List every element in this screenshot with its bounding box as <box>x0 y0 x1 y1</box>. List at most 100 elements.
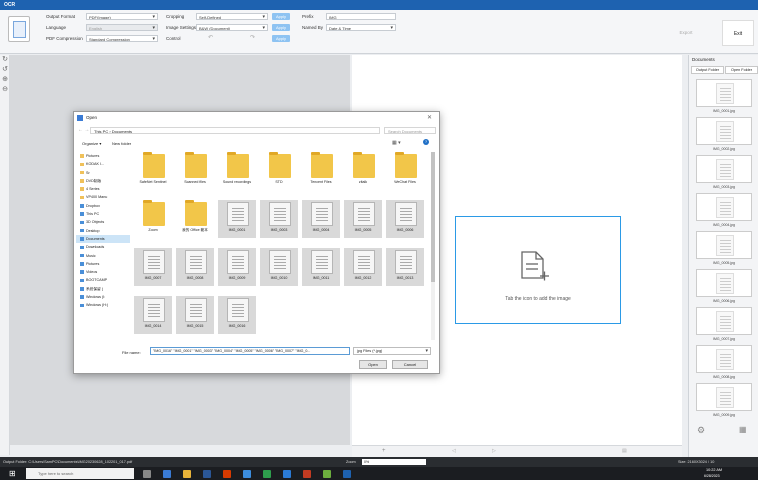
organize-button[interactable]: Organize ▾ <box>82 141 101 146</box>
nav-item[interactable]: DVD制版 <box>76 177 130 185</box>
nav-item[interactable]: Pictures <box>76 260 130 268</box>
nav-item[interactable]: VP400 Manu <box>76 193 130 201</box>
folder-item[interactable]: 我的 Office 範本 <box>176 200 214 238</box>
image-file-item[interactable]: IMG_0016 <box>218 296 256 334</box>
dialog-close-icon[interactable]: ✕ <box>427 114 432 121</box>
export-button[interactable]: Export <box>670 20 702 46</box>
image-file-item[interactable]: IMG_0003 <box>260 200 298 238</box>
zoom-select[interactable]: 0% <box>362 459 426 465</box>
zoom-in-icon[interactable]: ⊕ <box>0 75 10 85</box>
back-arrow-icon[interactable]: ← → <box>78 127 89 133</box>
language-select[interactable]: English <box>86 24 158 31</box>
nav-item[interactable]: Sr <box>76 169 130 177</box>
image-file-item[interactable]: IMG_0012 <box>344 248 382 286</box>
document-thumbnail[interactable] <box>696 269 752 297</box>
image-settings-apply-button[interactable]: Apply <box>272 24 290 31</box>
image-file-item[interactable]: IMG_0006 <box>386 200 424 238</box>
search-input[interactable]: Search Documents <box>384 127 436 134</box>
image-file-item[interactable]: IMG_0007 <box>134 248 172 286</box>
taskbar-search-box[interactable]: Type here to search <box>26 468 134 479</box>
folder-item[interactable]: zitalk <box>344 152 382 190</box>
document-thumbnail[interactable] <box>696 307 752 335</box>
exit-button[interactable]: Exit <box>722 20 754 46</box>
app-icon-6[interactable] <box>303 470 311 478</box>
ocr-app-icon[interactable] <box>343 470 351 478</box>
app-icon-4[interactable] <box>263 470 271 478</box>
app-icon-1[interactable] <box>203 470 211 478</box>
nav-item[interactable]: Dropbox <box>76 202 130 210</box>
rotate-cw-icon[interactable]: ↻ <box>0 55 10 65</box>
zoom-out-icon[interactable]: ⊖ <box>0 85 10 95</box>
nav-item[interactable]: 4 Series <box>76 185 130 193</box>
nav-item[interactable]: Videos <box>76 268 130 276</box>
view-options-icon[interactable]: ▦ ▾ <box>392 140 401 146</box>
output-format-select[interactable]: PDF(Image) <box>86 13 158 20</box>
nav-item[interactable]: Windows (I: <box>76 293 130 301</box>
nav-item[interactable]: Pictures <box>76 152 130 160</box>
nav-item[interactable]: This PC <box>76 210 130 218</box>
file-grid-scrollbar[interactable] <box>431 152 435 340</box>
add-page-icon[interactable]: + <box>382 448 386 454</box>
image-file-item[interactable]: IMG_0014 <box>134 296 172 334</box>
nav-item[interactable]: Downloads <box>76 243 130 251</box>
app-icon-2[interactable] <box>223 470 231 478</box>
document-thumbnail[interactable] <box>696 231 752 259</box>
rotate-ccw-icon[interactable]: ↺ <box>0 65 10 75</box>
cropping-select[interactable]: Self-Defined <box>196 13 268 20</box>
app-icon-7[interactable] <box>323 470 331 478</box>
folder-item[interactable]: STD <box>260 152 298 190</box>
prev-page-icon[interactable]: ◁ <box>452 448 456 454</box>
document-thumbnail[interactable] <box>696 79 752 107</box>
rotate-left-icon[interactable]: ↶ <box>208 34 213 41</box>
add-document-icon[interactable] <box>513 250 553 284</box>
image-file-item[interactable]: IMG_0004 <box>302 200 340 238</box>
explorer-icon[interactable] <box>183 470 191 478</box>
folder-item[interactable]: Zoom <box>134 200 172 238</box>
control-apply-button[interactable]: Apply <box>272 35 290 42</box>
app-icon-5[interactable] <box>283 470 291 478</box>
image-file-item[interactable]: IMG_0010 <box>260 248 298 286</box>
image-file-item[interactable]: IMG_0011 <box>302 248 340 286</box>
cropping-apply-button[interactable]: Apply <box>272 13 290 20</box>
folder-item[interactable]: SafeNet Sentinel <box>134 152 172 190</box>
document-thumbnail[interactable] <box>696 383 752 411</box>
document-thumbnail[interactable] <box>696 193 752 221</box>
help-icon[interactable]: ? <box>423 139 429 145</box>
nav-item[interactable]: 3D Objects <box>76 218 130 226</box>
image-file-item[interactable]: IMG_0001 <box>218 200 256 238</box>
image-file-item[interactable]: IMG_0009 <box>218 248 256 286</box>
file-name-input[interactable]: "IMG_0016" "IMG_0001" "IMG_0003" "IMG_00… <box>150 347 350 355</box>
nav-item[interactable]: Windows (H:) <box>76 301 130 309</box>
address-bar[interactable]: This PC › Documents <box>90 127 380 134</box>
image-file-item[interactable]: IMG_0013 <box>386 248 424 286</box>
rotate-right-icon[interactable]: ↷ <box>250 34 255 41</box>
compression-select[interactable]: Standard Compression <box>86 35 158 42</box>
settings-icon[interactable]: ⚙ <box>697 425 709 437</box>
image-file-item[interactable]: IMG_0015 <box>176 296 214 334</box>
open-folder-tab[interactable]: Open Folder <box>725 66 758 74</box>
nav-item[interactable]: BOOTCAMP <box>76 276 130 284</box>
document-thumbnail[interactable] <box>696 155 752 183</box>
image-file-item[interactable]: IMG_0008 <box>176 248 214 286</box>
image-file-item[interactable]: IMG_0005 <box>344 200 382 238</box>
nav-item[interactable]: KODAK I... <box>76 160 130 168</box>
edge-icon[interactable] <box>163 470 171 478</box>
folder-item[interactable]: Scanned files <box>176 152 214 190</box>
grid-view-icon[interactable]: ▦ <box>739 425 751 437</box>
folder-item[interactable]: Sound recordings <box>218 152 256 190</box>
cancel-button[interactable]: Cancel <box>392 360 428 369</box>
output-folder-tab[interactable]: Output Folder <box>691 66 724 74</box>
nav-item[interactable]: 系统保留 ( <box>76 285 130 293</box>
task-view-icon[interactable] <box>143 470 151 478</box>
document-thumbnail[interactable] <box>696 345 752 373</box>
nav-item[interactable]: Desktop <box>76 227 130 235</box>
image-settings-select[interactable]: B&W (Document) <box>196 24 268 31</box>
document-thumbnail[interactable] <box>696 117 752 145</box>
prefix-input[interactable]: IMG_ <box>326 13 396 20</box>
nav-item[interactable]: Music <box>76 252 130 260</box>
windows-start-icon[interactable]: ⊞ <box>9 469 16 478</box>
new-folder-button[interactable]: New folder <box>112 141 131 146</box>
next-page-icon[interactable]: ▷ <box>492 448 496 454</box>
file-type-select[interactable]: jpg Files (*.jpg) <box>353 347 431 355</box>
app-icon-3[interactable] <box>243 470 251 478</box>
